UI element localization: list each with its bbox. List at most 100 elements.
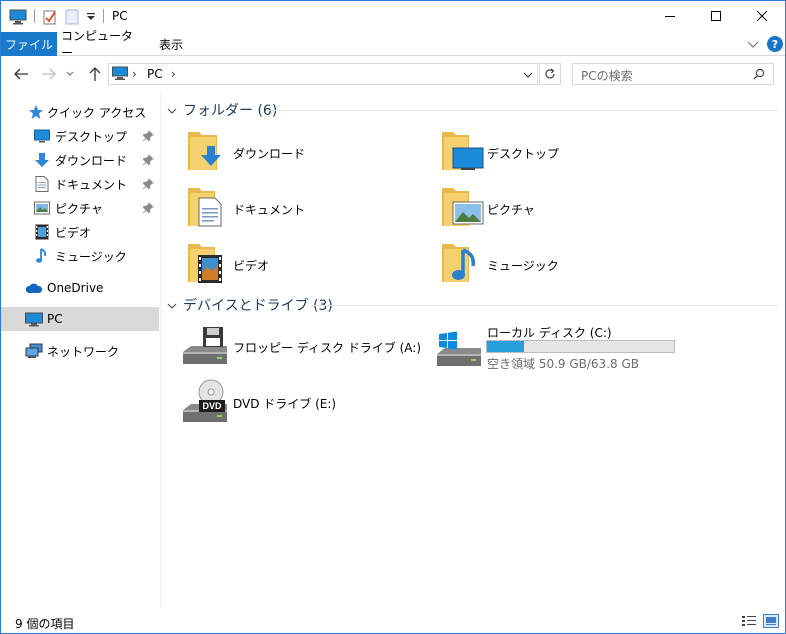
group-divider bbox=[267, 110, 778, 111]
quick-access-dropdown-icon[interactable] bbox=[86, 8, 96, 26]
drive-label: DVD ドライブ (E:) bbox=[233, 397, 337, 411]
documents-folder-icon bbox=[185, 184, 233, 232]
collapse-chevron-icon[interactable] bbox=[167, 300, 177, 310]
folder-tile[interactable]: ドキュメント bbox=[185, 184, 425, 234]
large-icons-view-icon[interactable] bbox=[763, 614, 779, 628]
nav-pc[interactable]: PC bbox=[1, 307, 159, 331]
network-icon bbox=[25, 342, 43, 360]
document-icon bbox=[33, 175, 51, 193]
search-placeholder: PCの検索 bbox=[581, 69, 633, 83]
folder-tile[interactable]: ピクチャ bbox=[439, 184, 679, 234]
folder-label: ドキュメント bbox=[233, 202, 306, 217]
separator bbox=[103, 9, 104, 23]
ribbon-tabs: ファイル コンピューター 表示 ? bbox=[1, 29, 785, 60]
expand-ribbon-icon[interactable] bbox=[745, 36, 761, 52]
nav-label: ピクチャ bbox=[55, 201, 103, 216]
nav-label: ネットワーク bbox=[47, 344, 120, 359]
drive-label: フロッピー ディスク ドライブ (A:) bbox=[233, 341, 422, 355]
separator bbox=[34, 9, 35, 23]
local-disk-icon bbox=[435, 322, 483, 370]
nav-onedrive[interactable]: OneDrive bbox=[1, 276, 159, 300]
group-title: フォルダー (6) bbox=[183, 103, 278, 119]
pc-icon bbox=[25, 310, 43, 328]
pin-icon[interactable] bbox=[142, 202, 154, 214]
status-bar: 9 個の項目 bbox=[1, 607, 785, 633]
floppy-drive-icon bbox=[181, 322, 229, 370]
pin-icon[interactable] bbox=[142, 154, 154, 166]
breadcrumb-location[interactable]: PC bbox=[147, 67, 163, 81]
recent-locations-icon[interactable] bbox=[64, 65, 76, 83]
star-icon bbox=[27, 103, 45, 121]
folder-label: ダウンロード bbox=[233, 146, 306, 161]
forward-button[interactable] bbox=[40, 65, 58, 83]
search-input[interactable]: PCの検索 bbox=[572, 63, 774, 85]
up-button[interactable] bbox=[86, 65, 104, 83]
properties-icon[interactable] bbox=[42, 8, 58, 26]
dvd-drive-icon: DVD bbox=[181, 378, 229, 426]
nav-label: ダウンロード bbox=[55, 153, 128, 168]
details-view-icon[interactable] bbox=[741, 614, 757, 628]
item-count: 9 個の項目 bbox=[15, 617, 75, 631]
picture-icon bbox=[33, 199, 51, 217]
folder-tile[interactable]: ミュージック bbox=[439, 240, 679, 290]
download-folder-icon bbox=[185, 128, 233, 176]
nav-item-videos[interactable]: ビデオ bbox=[1, 220, 159, 244]
music-icon bbox=[33, 247, 51, 265]
folder-tile[interactable]: ダウンロード bbox=[185, 128, 425, 178]
drive-label: ローカル ディスク (C:) bbox=[487, 326, 612, 340]
folder-label: ピクチャ bbox=[487, 202, 535, 217]
maximize-button[interactable] bbox=[693, 1, 739, 31]
nav-network[interactable]: ネットワーク bbox=[1, 339, 159, 363]
tab-file[interactable]: ファイル bbox=[1, 32, 57, 56]
minimize-button[interactable] bbox=[647, 1, 693, 31]
tab-computer[interactable]: コンピューター bbox=[61, 29, 141, 60]
breadcrumb-chevron-icon[interactable]: › bbox=[171, 67, 176, 81]
address-dropdown-icon[interactable] bbox=[523, 69, 533, 83]
download-icon bbox=[33, 151, 51, 169]
music-folder-icon bbox=[439, 240, 487, 288]
desktop-icon bbox=[33, 127, 51, 145]
pc-icon bbox=[9, 8, 27, 26]
dvd-drive-tile[interactable]: DVD DVD ドライブ (E:) bbox=[181, 378, 421, 426]
nav-quick-access[interactable]: クイック アクセス bbox=[1, 100, 159, 124]
nav-item-desktop[interactable]: デスクトップ bbox=[1, 124, 159, 148]
pin-icon[interactable] bbox=[142, 130, 154, 142]
window-title: PC bbox=[112, 9, 128, 23]
navigation-pane: クイック アクセス デスクトップ ダウンロード ドキュメント ピクチャ ビデオ … bbox=[1, 92, 159, 607]
nav-label: ミュージック bbox=[55, 249, 127, 264]
video-icon bbox=[33, 223, 51, 241]
group-divider bbox=[311, 305, 778, 306]
new-folder-icon[interactable] bbox=[65, 8, 79, 26]
drive-usage-bar bbox=[486, 340, 675, 353]
videos-folder-icon bbox=[185, 240, 233, 288]
pictures-folder-icon bbox=[439, 184, 487, 232]
address-row: › PC › PCの検索 bbox=[1, 56, 785, 92]
refresh-button[interactable] bbox=[539, 63, 561, 85]
back-button[interactable] bbox=[12, 65, 30, 83]
floppy-drive-tile[interactable]: フロッピー ディスク ドライブ (A:) bbox=[181, 322, 421, 370]
cloud-icon bbox=[25, 279, 43, 297]
collapse-chevron-icon[interactable] bbox=[167, 105, 177, 115]
pin-icon[interactable] bbox=[142, 178, 154, 190]
nav-label: クイック アクセス bbox=[47, 105, 147, 120]
folder-tile[interactable]: デスクトップ bbox=[439, 128, 679, 178]
close-button[interactable] bbox=[739, 1, 785, 31]
help-button[interactable]: ? bbox=[767, 36, 783, 52]
nav-item-music[interactable]: ミュージック bbox=[1, 244, 159, 268]
breadcrumb-chevron-icon[interactable]: › bbox=[132, 67, 137, 81]
tab-view[interactable]: 表示 bbox=[147, 32, 195, 56]
folder-tile[interactable]: ビデオ bbox=[185, 240, 425, 290]
nav-label: OneDrive bbox=[47, 281, 104, 295]
pane-divider bbox=[160, 92, 161, 607]
nav-item-documents[interactable]: ドキュメント bbox=[1, 172, 159, 196]
nav-label: ビデオ bbox=[55, 225, 92, 240]
folder-label: ビデオ bbox=[233, 258, 270, 273]
nav-label: PC bbox=[47, 312, 63, 326]
address-bar[interactable]: › PC › bbox=[108, 63, 538, 85]
search-icon[interactable] bbox=[753, 68, 765, 83]
drive-usage-fill bbox=[487, 341, 525, 352]
nav-item-pictures[interactable]: ピクチャ bbox=[1, 196, 159, 220]
nav-item-downloads[interactable]: ダウンロード bbox=[1, 148, 159, 172]
drive-free-space: 空き領域 50.9 GB/63.8 GB bbox=[487, 357, 639, 371]
dvd-badge: DVD bbox=[202, 401, 222, 411]
